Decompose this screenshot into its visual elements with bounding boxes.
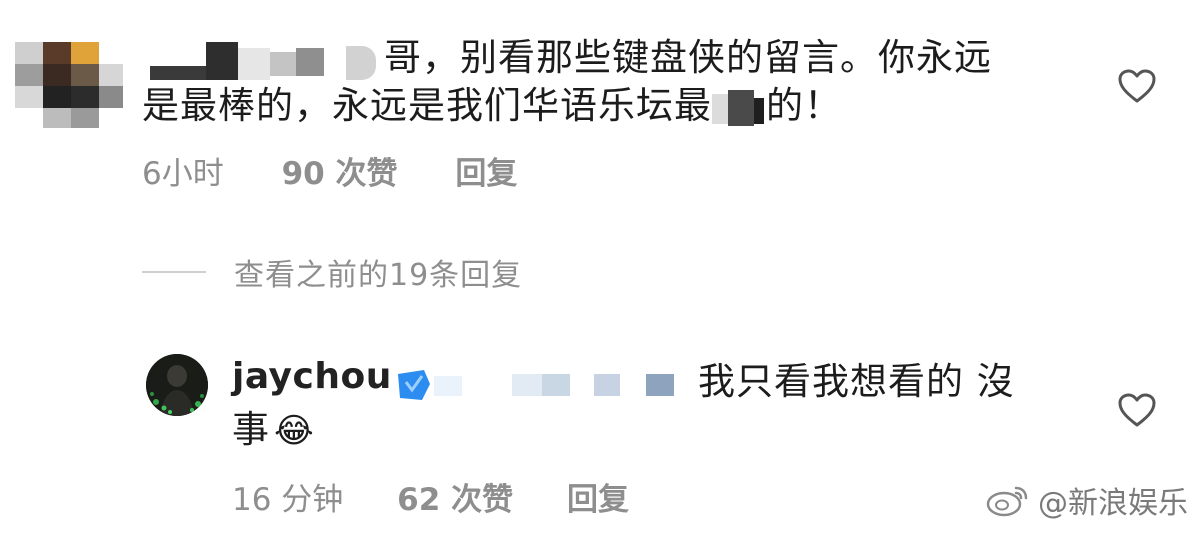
divider-line (142, 271, 206, 273)
view-previous-replies-label[interactable]: 查看之前的19条回复 (234, 250, 522, 294)
reply-button[interactable]: 回复 (455, 148, 517, 193)
reply-meta: 16 分钟 62 次赞 回复 (232, 474, 629, 519)
watermark: @新浪娱乐 (986, 478, 1188, 522)
reply-like-count[interactable]: 62 次赞 (397, 474, 513, 519)
reply-text-part: 事 (232, 408, 270, 451)
avatar-image (146, 354, 208, 416)
like-count[interactable]: 90 次赞 (282, 148, 398, 193)
comment-text-line1: 哥，别看那些键盘侠的留言。你永远 (384, 36, 992, 79)
comment-time: 6小时 (142, 156, 224, 192)
avatar[interactable] (15, 42, 123, 128)
verified-icon (398, 370, 430, 400)
username-redacted[interactable] (150, 42, 382, 82)
watermark-text: @新浪娱乐 (1038, 486, 1188, 521)
reply-text-line2: 事 😂 (232, 404, 315, 457)
weibo-logo-icon (986, 486, 1028, 517)
comment-text-line2: 是最棒的，永远是我们华语乐坛最 的！ (142, 80, 842, 132)
comment-text-part2: 的！ (766, 84, 842, 127)
reply-reply-button[interactable]: 回复 (567, 474, 629, 519)
reply-username[interactable]: jaychou (232, 356, 392, 397)
reply-text-line1: 我只看我想看的 沒 (698, 360, 1015, 403)
heart-outline-icon[interactable] (1117, 392, 1157, 428)
comment-item: 哥，别看那些键盘侠的留言。你永远 是最棒的，永远是我们华语乐坛最 的！ 6小时 … (0, 0, 1200, 200)
verified-badge-redacted (394, 362, 694, 408)
view-previous-replies[interactable]: 查看之前的19条回复 (142, 250, 522, 294)
laughing-emoji: 😂 (274, 411, 315, 451)
heart-outline-icon[interactable] (1117, 68, 1157, 104)
reply-avatar[interactable] (146, 354, 208, 416)
redacted-word (712, 88, 766, 128)
comment-text-part1: 是最棒的，永远是我们华语乐坛最 (142, 84, 712, 127)
reply-time: 16 分钟 (232, 482, 344, 518)
comment-meta: 6小时 90 次赞 回复 (142, 148, 517, 193)
